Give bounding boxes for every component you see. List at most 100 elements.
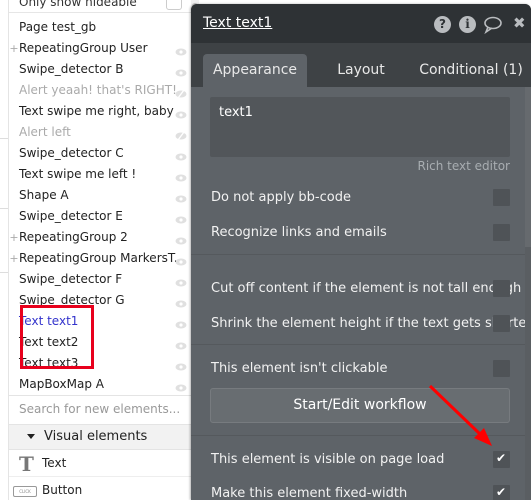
canvas-fragment <box>0 272 8 273</box>
eye-icon[interactable] <box>175 169 187 182</box>
tree-item[interactable]: MapBoxMap A <box>9 374 191 395</box>
checkmark-icon: ✔ <box>496 451 507 465</box>
eye-icon[interactable] <box>175 106 187 119</box>
tree-item-label: Text text2 <box>19 335 79 349</box>
editor-scrollbar[interactable] <box>525 87 531 500</box>
prop-not-clickable: This element isn't clickable <box>211 360 511 380</box>
tree-item[interactable]: Swipe_detector F <box>9 269 191 290</box>
tree-item-label: Text swipe me right, baby <box>19 104 174 118</box>
tree-item[interactable]: Alert yeaah! that's RIGHT! <box>9 80 191 101</box>
tree-item-label: Text text3 <box>19 356 79 370</box>
tree-item[interactable]: Alert left <box>9 122 191 143</box>
canvas-fragment <box>0 138 8 139</box>
comment-icon[interactable] <box>483 15 503 35</box>
tab-appearance[interactable]: Appearance <box>203 54 307 87</box>
prop-checkbox-checked[interactable]: ✔ <box>493 485 510 500</box>
element-search-input[interactable]: Search for new elements... <box>19 402 180 416</box>
tree-item[interactable]: Text text3 <box>9 353 191 374</box>
tree-item[interactable]: Swipe_detector E <box>9 206 191 227</box>
appearance-panel: text1 Rich text editor Do not apply bb-c… <box>191 87 531 500</box>
tree-item[interactable]: Text swipe me left ! <box>9 164 191 185</box>
rich-text-editor-link[interactable]: Rich text editor <box>417 159 510 173</box>
element-tree-panel: Only show hideable Page test_gb + Repeatin… <box>8 0 199 500</box>
eye-icon[interactable] <box>175 274 187 287</box>
eye-icon[interactable] <box>175 358 187 371</box>
tree-item[interactable]: Page test_gb <box>9 17 191 38</box>
prop-checkbox[interactable] <box>493 224 510 241</box>
tree-item-label: Swipe_detector B <box>19 62 124 76</box>
eye-icon[interactable] <box>175 43 187 56</box>
tree-item[interactable]: Shape A <box>9 185 191 206</box>
tree-item-label: Text swipe me left ! <box>19 167 137 181</box>
eye-icon[interactable] <box>175 295 187 308</box>
prop-checkbox-checked[interactable]: ✔ <box>493 451 510 468</box>
divider <box>191 435 525 436</box>
eye-icon[interactable] <box>175 379 187 392</box>
tree-item[interactable]: + RepeatingGroup MarkersT... <box>9 248 191 269</box>
tree-item-label: RepeatingGroup User <box>19 41 148 55</box>
eye-icon[interactable] <box>175 253 187 266</box>
text-content-input[interactable]: text1 <box>210 97 510 157</box>
tree-item-label: Alert yeaah! that's RIGHT! <box>19 83 177 97</box>
palette-item-label: Text <box>42 456 67 470</box>
tab-conditional[interactable]: Conditional (1) <box>411 54 531 87</box>
prop-checkbox[interactable] <box>493 360 510 377</box>
eye-icon[interactable] <box>175 232 187 245</box>
start-edit-workflow-button[interactable]: Start/Edit workflow <box>210 388 510 423</box>
palette-item-button[interactable]: CLICK Button <box>9 478 191 500</box>
tree-item[interactable]: Text text2 <box>9 332 191 353</box>
tree-item-label: RepeatingGroup MarkersT... <box>19 251 186 265</box>
text-t-icon: T <box>19 452 34 476</box>
element-title[interactable]: Text text1 <box>203 15 272 31</box>
canvas-fragment <box>0 208 8 209</box>
element-tree-list: Page test_gb + RepeatingGroup User Swipe_de… <box>9 17 191 395</box>
eye-icon[interactable] <box>175 211 187 224</box>
tree-item[interactable]: Swipe_detector B <box>9 59 191 80</box>
prop-checkbox[interactable] <box>493 189 510 206</box>
expand-plus-icon[interactable]: + <box>9 248 19 269</box>
tab-layout[interactable]: Layout <box>321 54 401 87</box>
visual-elements-section[interactable]: Visual elements <box>9 424 191 450</box>
eye-icon[interactable] <box>175 64 187 77</box>
tree-item[interactable]: Swipe_detector G <box>9 290 191 311</box>
eye-icon[interactable] <box>175 148 187 161</box>
tree-item-label: MapBoxMap A <box>19 377 104 391</box>
editor-tabs: Appearance Layout Conditional (1) <box>191 43 531 87</box>
info-icon[interactable]: i <box>459 16 476 33</box>
prop-checkbox[interactable] <box>493 280 510 297</box>
prop-checkbox[interactable] <box>493 315 510 332</box>
divider <box>191 254 525 255</box>
tree-item[interactable]: Swipe_detector C <box>9 143 191 164</box>
divider <box>9 395 191 396</box>
tree-item[interactable]: + RepeatingGroup 2 <box>9 227 191 248</box>
property-editor: Text text1 ? i ✖ Appearance Layout Condi… <box>191 4 531 500</box>
prop-cut-off-content: Cut off content if the element is not ta… <box>211 280 521 300</box>
eye-slash-icon[interactable] <box>175 85 187 99</box>
close-icon[interactable]: ✖ <box>513 14 530 32</box>
tree-item-label: Swipe_detector E <box>19 209 123 223</box>
prop-visible-on-load: This element is visible on page load ✔ <box>211 451 511 471</box>
tree-item[interactable]: + RepeatingGroup User <box>9 38 191 59</box>
button-click-icon: CLICK <box>13 486 37 497</box>
scrollbar-thumb[interactable] <box>525 87 531 247</box>
hideable-filter-checkbox[interactable] <box>166 0 182 10</box>
eye-icon[interactable] <box>175 190 187 203</box>
eye-slash-icon[interactable] <box>175 127 187 141</box>
tree-item[interactable]: Text text1 <box>9 311 191 332</box>
section-label: Visual elements <box>44 429 148 444</box>
prop-shrink-height: Shrink the element height if the text ge… <box>211 315 531 335</box>
tree-item-label: Page test_gb <box>19 20 97 34</box>
help-icon[interactable]: ? <box>434 16 451 33</box>
prop-label: This element isn't clickable <box>211 361 388 376</box>
eye-icon[interactable] <box>175 337 187 350</box>
palette-item-text[interactable]: T Text <box>9 451 191 477</box>
tree-item[interactable]: Text swipe me right, baby <box>9 101 191 122</box>
eye-icon[interactable] <box>175 316 187 329</box>
prop-label: Shrink the element height if the text ge… <box>211 316 531 331</box>
prop-label: This element is visible on page load <box>211 452 445 467</box>
expand-plus-icon[interactable]: + <box>9 38 19 59</box>
canvas-edge <box>0 0 8 500</box>
hideable-filter: Only show hideable <box>9 0 191 13</box>
prop-fixed-width: Make this element fixed-width ✔ <box>211 485 511 500</box>
expand-plus-icon[interactable]: + <box>9 227 19 248</box>
